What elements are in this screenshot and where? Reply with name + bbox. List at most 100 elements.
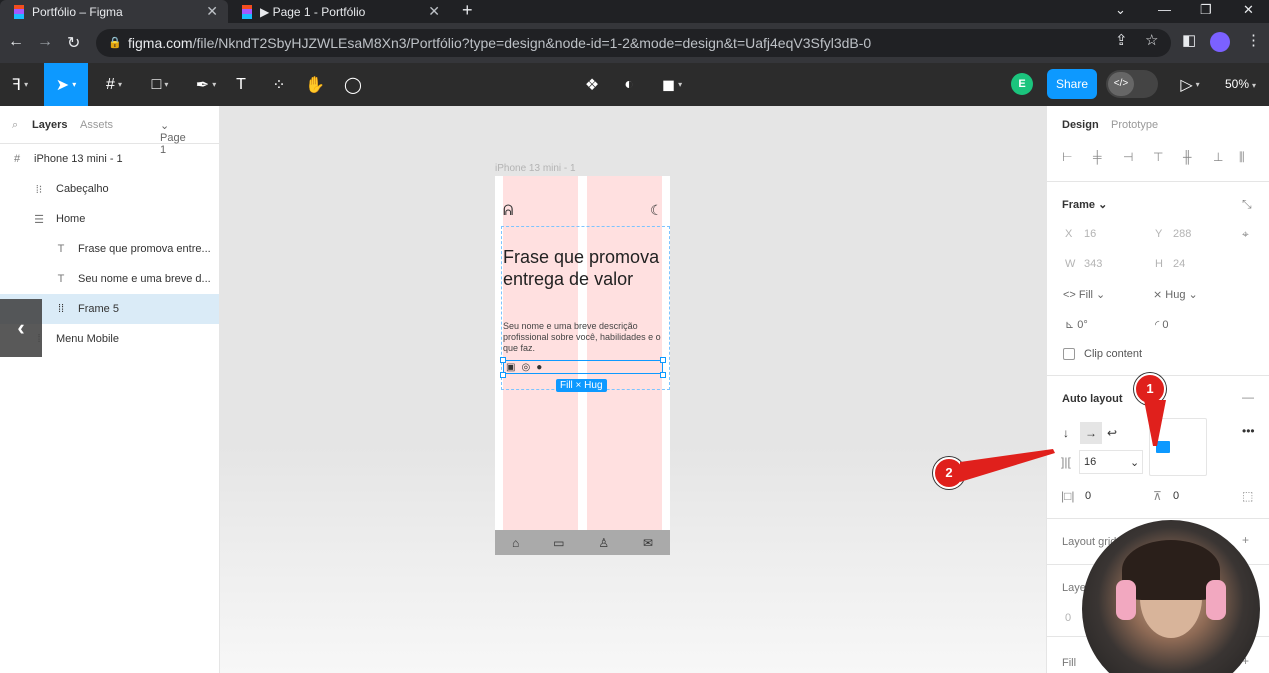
- share-button[interactable]: Share: [1047, 69, 1097, 99]
- direction-vertical-icon[interactable]: ↓: [1063, 426, 1069, 440]
- more-vert-icon[interactable]: ⋮: [1246, 31, 1261, 49]
- present-button[interactable]: ▷ ▾: [1172, 63, 1208, 106]
- zoom-value: 50%: [1225, 77, 1250, 91]
- layers-panel: ⌕ Layers Assets Page 1 ⌄ # iPhone 13 mini…: [0, 106, 220, 673]
- forward-icon[interactable]: →: [37, 33, 53, 51]
- layer-home[interactable]: ☰ Home: [0, 204, 219, 234]
- tab-design[interactable]: Design: [1062, 119, 1099, 131]
- main-menu-button[interactable]: ꟻ ▾: [0, 63, 40, 106]
- height-sizing-dropdown[interactable]: ⨯ Hug ⌄: [1153, 288, 1198, 301]
- y-input[interactable]: 288: [1173, 228, 1191, 240]
- layer-value[interactable]: 0: [1065, 612, 1071, 624]
- mask-button[interactable]: ◐: [616, 63, 642, 106]
- resize-handle[interactable]: [660, 372, 666, 378]
- distribute-icon[interactable]: ⫼: [1239, 150, 1245, 165]
- remove-auto-layout-icon[interactable]: —: [1242, 390, 1254, 404]
- chevron-down-icon[interactable]: ⌄: [1115, 2, 1126, 18]
- share-page-icon[interactable]: ⇪: [1115, 31, 1128, 49]
- hand-tool-button[interactable]: ✋: [302, 63, 328, 106]
- direction-horizontal-icon[interactable]: →: [1080, 422, 1102, 444]
- design-canvas[interactable]: iPhone 13 mini - 1 ᕱ ☾ Frase que promova…: [220, 106, 1046, 673]
- chevron-left-icon: ‹: [17, 315, 25, 340]
- rotation-input[interactable]: ⊾ 0°: [1065, 318, 1088, 331]
- profile-avatar[interactable]: [1210, 32, 1230, 52]
- h-input[interactable]: 24: [1173, 258, 1185, 270]
- layer-label: Frame 5: [78, 303, 119, 315]
- avatar[interactable]: E: [1011, 73, 1033, 95]
- sidebar-icon[interactable]: ◧: [1182, 31, 1196, 49]
- move-tool-button[interactable]: ➤ ▾: [44, 63, 88, 106]
- layer-cabecalho[interactable]: ⁞⁝ Cabeçalho: [0, 174, 219, 204]
- restore-icon[interactable]: ❐: [1200, 2, 1212, 18]
- resize-handle[interactable]: [500, 372, 506, 378]
- close-icon[interactable]: ✕: [428, 3, 440, 20]
- close-icon[interactable]: ✕: [206, 3, 218, 20]
- comment-icon: ◯: [344, 76, 362, 94]
- layer-seu-nome[interactable]: T Seu nome e uma breve d...: [0, 264, 219, 294]
- layer-iphone-frame[interactable]: # iPhone 13 mini - 1: [0, 144, 219, 174]
- tab-prototype[interactable]: Prototype: [1111, 119, 1158, 131]
- layer-label: Home: [56, 213, 86, 225]
- constraints-icon[interactable]: ⌖: [1242, 227, 1249, 242]
- align-right-icon[interactable]: ⊣: [1123, 150, 1133, 164]
- mobile-nav-bar: ⌂ ▭ ♙ ✉: [495, 530, 670, 555]
- align-center-h-icon[interactable]: ╪: [1093, 150, 1102, 164]
- vertical-padding-input[interactable]: 0: [1173, 490, 1179, 502]
- align-left-icon[interactable]: ⊢: [1062, 150, 1072, 164]
- dev-mode-toggle[interactable]: </>: [1106, 70, 1158, 98]
- corner-radius-input[interactable]: ◜ 0: [1155, 318, 1168, 331]
- individual-padding-icon[interactable]: ⬚: [1242, 489, 1253, 503]
- hand-icon: ✋: [305, 76, 325, 94]
- new-tab-button[interactable]: +: [462, 0, 473, 21]
- zoom-level[interactable]: 50% ▾: [1225, 77, 1256, 91]
- resize-handle[interactable]: [660, 357, 666, 363]
- boolean-button[interactable]: ◼ ▾: [652, 63, 692, 106]
- w-input[interactable]: 343: [1084, 258, 1102, 270]
- frame-title[interactable]: Frame ⌄: [1062, 198, 1107, 211]
- description-text[interactable]: Seu nome e uma breve descrição profissio…: [503, 321, 665, 354]
- wrap-icon[interactable]: ↩: [1107, 426, 1117, 440]
- horizontal-padding-input[interactable]: 0: [1085, 490, 1091, 502]
- component-button[interactable]: ❖: [579, 63, 605, 106]
- search-icon[interactable]: ⌕: [12, 119, 18, 132]
- clip-content-checkbox[interactable]: [1063, 348, 1075, 360]
- resize-to-fit-icon[interactable]: ⤡: [1242, 197, 1252, 212]
- minimize-icon[interactable]: —: [1158, 2, 1171, 17]
- resize-handle[interactable]: [500, 357, 506, 363]
- prev-arrow-button[interactable]: ‹: [0, 299, 42, 357]
- hero-text[interactable]: Frase que promova entrega de valor: [503, 246, 668, 290]
- tab-assets[interactable]: Assets: [80, 119, 113, 131]
- url-field[interactable]: 🔒 figma.com/file/NkndT2SbyHJZWLEsaM8Xn3/…: [96, 29, 1171, 57]
- window-close-icon[interactable]: ✕: [1243, 2, 1254, 18]
- chevron-down-icon[interactable]: ⌄: [1130, 456, 1139, 469]
- reload-icon[interactable]: ↻: [67, 33, 80, 53]
- add-grid-icon[interactable]: +: [1242, 533, 1249, 547]
- page-selector[interactable]: Page 1 ⌄: [160, 119, 186, 156]
- pen-tool-button[interactable]: ✒ ▾: [184, 63, 228, 106]
- width-sizing-dropdown[interactable]: <> Fill ⌄: [1063, 288, 1105, 301]
- align-bottom-icon[interactable]: ⊥: [1213, 150, 1223, 164]
- iphone-frame[interactable]: ᕱ ☾ Frase que promova entrega de valor S…: [495, 176, 670, 555]
- resources-button[interactable]: ⁘: [266, 63, 292, 106]
- tab-figma[interactable]: Portfólio – Figma ✕: [0, 0, 228, 23]
- align-top-icon[interactable]: ⊤: [1153, 150, 1163, 164]
- align-center-v-icon[interactable]: ╫: [1183, 150, 1192, 164]
- tab-page[interactable]: ▶ Page 1 - Portfólio ✕: [228, 0, 450, 23]
- social-links-frame[interactable]: ▣ ◎ ●: [503, 360, 663, 374]
- back-icon[interactable]: ←: [8, 33, 24, 51]
- tab-layers[interactable]: Layers: [32, 119, 67, 131]
- frame-tool-button[interactable]: # ▾: [92, 63, 136, 106]
- layer-frase[interactable]: T Frase que promova entre...: [0, 234, 219, 264]
- shape-tool-button[interactable]: □ ▾: [138, 63, 182, 106]
- figma-toolbar: ꟻ ▾ ➤ ▾ # ▾ □ ▾ ✒ ▾ T ⁘ ✋ ◯ ❖ ◐ ◼ ▾ E Share </…: [0, 63, 1269, 106]
- frame-label[interactable]: iPhone 13 mini - 1: [495, 163, 576, 174]
- comment-tool-button[interactable]: ◯: [340, 63, 366, 106]
- text-tool-button[interactable]: T: [228, 63, 254, 106]
- gap-input[interactable]: 16 ⌄: [1079, 450, 1143, 474]
- github-icon: ●: [536, 361, 543, 373]
- frame-icon: #: [13, 153, 21, 165]
- more-options-icon[interactable]: •••: [1242, 424, 1255, 438]
- x-input[interactable]: 16: [1084, 228, 1096, 240]
- bookmark-star-icon[interactable]: ☆: [1145, 31, 1158, 49]
- auto-layout-icon: ⁞⁝: [35, 183, 43, 196]
